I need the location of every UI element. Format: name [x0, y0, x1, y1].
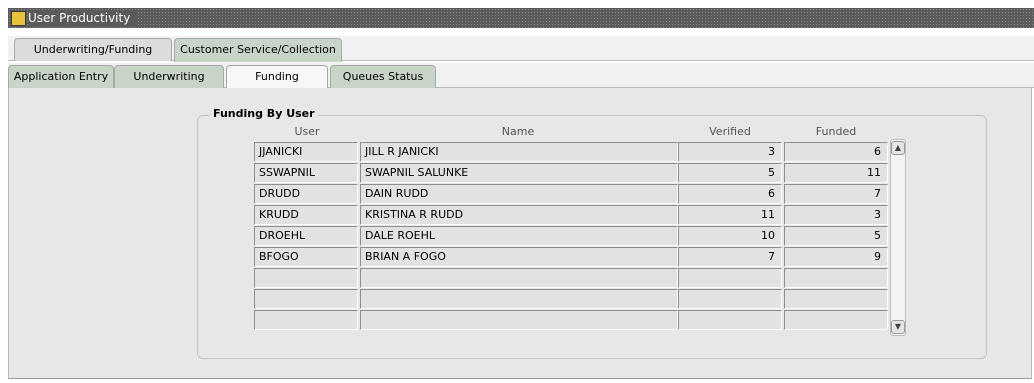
funded-cell[interactable]: 6	[784, 142, 888, 162]
tab-customer-service-collection[interactable]: Customer Service/Collection	[174, 38, 342, 62]
verified-cell[interactable]: 5	[678, 163, 782, 183]
funded-cell[interactable]: 9	[784, 247, 888, 267]
column-header-user: User	[294, 125, 320, 138]
user-cell[interactable]: BFOGO	[254, 247, 358, 267]
funded-cell[interactable]	[784, 268, 888, 288]
table-scrollbar[interactable]: ▲ ▼	[890, 139, 906, 336]
funded-cell[interactable]: 11	[784, 163, 888, 183]
name-cell[interactable]	[360, 289, 678, 309]
tab-queues-status[interactable]: Queues Status	[330, 65, 436, 88]
sub-tab-bar: Application Entry Underwriting Funding Q…	[8, 63, 1034, 89]
name-cell[interactable]: JILL R JANICKI	[360, 142, 678, 162]
name-cell[interactable]: KRISTINA R RUDD	[360, 205, 678, 225]
tab-funding[interactable]: Funding	[226, 65, 328, 89]
tab-application-entry[interactable]: Application Entry	[8, 65, 114, 88]
tab-underwriting-funding[interactable]: Underwriting/Funding	[14, 38, 172, 61]
window-titlebar[interactable]: User Productivity	[8, 8, 1034, 28]
funded-cell[interactable]	[784, 310, 888, 330]
user-cell[interactable]	[254, 289, 358, 309]
verified-cell[interactable]: 10	[678, 226, 782, 246]
scroll-down-arrow-icon[interactable]: ▼	[891, 320, 905, 334]
verified-cell[interactable]	[678, 289, 782, 309]
name-cell[interactable]	[360, 310, 678, 330]
verified-cell[interactable]: 3	[678, 142, 782, 162]
funded-cell[interactable]: 5	[784, 226, 888, 246]
verified-cell[interactable]	[678, 268, 782, 288]
funded-cell[interactable]: 3	[784, 205, 888, 225]
top-tab-bar: Underwriting/Funding Customer Service/Co…	[8, 36, 1034, 62]
funded-cell[interactable]: 7	[784, 184, 888, 204]
user-productivity-window: User Productivity Underwriting/Funding C…	[0, 0, 1034, 383]
user-cell[interactable]	[254, 310, 358, 330]
group-title: Funding By User	[210, 107, 318, 120]
name-cell[interactable]: DALE ROEHL	[360, 226, 678, 246]
user-cell[interactable]: SSWAPNIL	[254, 163, 358, 183]
verified-cell[interactable]: 6	[678, 184, 782, 204]
user-cell[interactable]: JJANICKI	[254, 142, 358, 162]
name-cell[interactable]	[360, 268, 678, 288]
name-cell[interactable]: DAIN RUDD	[360, 184, 678, 204]
verified-cell[interactable]: 11	[678, 205, 782, 225]
app-window-icon	[11, 11, 26, 26]
user-cell[interactable]: DROEHL	[254, 226, 358, 246]
name-cell[interactable]: SWAPNIL SALUNKE	[360, 163, 678, 183]
scroll-up-arrow-icon[interactable]: ▲	[891, 141, 905, 155]
tab-underwriting[interactable]: Underwriting	[114, 65, 224, 88]
name-cell[interactable]: BRIAN A FOGO	[360, 247, 678, 267]
user-cell[interactable]: DRUDD	[254, 184, 358, 204]
column-header-verified: Verified	[709, 125, 751, 138]
user-cell[interactable]	[254, 268, 358, 288]
verified-cell[interactable]	[678, 310, 782, 330]
user-cell[interactable]: KRUDD	[254, 205, 358, 225]
funded-cell[interactable]	[784, 289, 888, 309]
column-header-name: Name	[501, 125, 535, 138]
window-title: User Productivity	[28, 10, 137, 26]
verified-cell[interactable]: 7	[678, 247, 782, 267]
column-header-funded: Funded	[815, 125, 857, 138]
